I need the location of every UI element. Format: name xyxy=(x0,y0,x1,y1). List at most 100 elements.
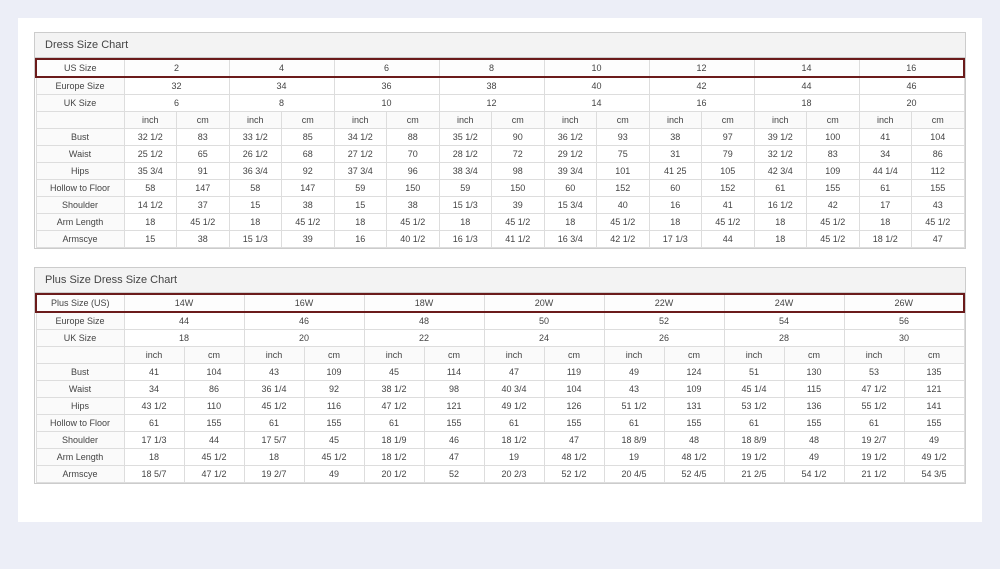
row-label: Bust xyxy=(36,129,124,146)
cell: cm xyxy=(597,112,650,129)
cell: 104 xyxy=(184,364,244,381)
cell: 47 1/2 xyxy=(364,398,424,415)
row-label: Bust xyxy=(36,364,124,381)
cell: 70 xyxy=(387,146,440,163)
cell: 21 2/5 xyxy=(724,466,784,483)
cell: 48 1/2 xyxy=(544,449,604,466)
cell: 155 xyxy=(784,415,844,432)
cell: 119 xyxy=(544,364,604,381)
table-row: Arm Length1845 1/21845 1/218 1/2471948 1… xyxy=(36,449,964,466)
cell: 17 1/3 xyxy=(649,231,702,248)
cell: 45 1/2 xyxy=(184,449,244,466)
cell: 46 xyxy=(859,77,964,95)
cell: 105 xyxy=(702,163,755,180)
cell: 30 xyxy=(844,330,964,347)
cell: cm xyxy=(184,347,244,364)
table-row: Hips43 1/211045 1/211647 1/212149 1/2126… xyxy=(36,398,964,415)
cell: 155 xyxy=(544,415,604,432)
cell: 16 1/2 xyxy=(754,197,807,214)
cell: 39 xyxy=(492,197,545,214)
cell: 14 xyxy=(754,59,859,77)
cell: 22 xyxy=(364,330,484,347)
cell: 91 xyxy=(177,163,230,180)
cell: 46 xyxy=(424,432,484,449)
size-chart-0: Dress Size ChartUS Size246810121416Europ… xyxy=(34,32,966,249)
cell: 79 xyxy=(702,146,755,163)
cell: 104 xyxy=(912,129,965,146)
cell: 68 xyxy=(282,146,335,163)
cell: cm xyxy=(424,347,484,364)
cell: 56 xyxy=(844,312,964,330)
cell: 8 xyxy=(439,59,544,77)
cell: 51 1/2 xyxy=(604,398,664,415)
cell: 116 xyxy=(304,398,364,415)
cell: 86 xyxy=(184,381,244,398)
cell: 14W xyxy=(124,294,244,312)
cell: 47 1/2 xyxy=(184,466,244,483)
cell: 98 xyxy=(424,381,484,398)
cell: inch xyxy=(604,347,664,364)
table-row: Bust41104431094511447119491245113053135 xyxy=(36,364,964,381)
cell: 45 1/2 xyxy=(912,214,965,231)
cell: cm xyxy=(177,112,230,129)
size-chart-sheet: Dress Size ChartUS Size246810121416Europ… xyxy=(18,18,982,522)
cell: 61 xyxy=(724,415,784,432)
cell: 61 xyxy=(754,180,807,197)
cell: 35 1/2 xyxy=(439,129,492,146)
cell: cm xyxy=(664,347,724,364)
cell: 61 xyxy=(844,415,904,432)
table-row: Bust32 1/28333 1/28534 1/28835 1/29036 1… xyxy=(36,129,964,146)
cell: 18 xyxy=(229,214,282,231)
cell: 42 xyxy=(807,197,860,214)
cell: 45 1/2 xyxy=(387,214,440,231)
cell: 85 xyxy=(282,129,335,146)
cell: 6 xyxy=(334,59,439,77)
cell: inch xyxy=(124,347,184,364)
cell: 41 25 xyxy=(649,163,702,180)
row-label: Shoulder xyxy=(36,432,124,449)
cell: 47 xyxy=(912,231,965,248)
cell: 27 1/2 xyxy=(334,146,387,163)
cell: 59 xyxy=(334,180,387,197)
cell: 48 xyxy=(364,312,484,330)
cell: 14 xyxy=(544,95,649,112)
cell: 28 xyxy=(724,330,844,347)
cell: inch xyxy=(754,112,807,129)
cell: 155 xyxy=(904,415,964,432)
cell: 22W xyxy=(604,294,724,312)
cell: 42 3/4 xyxy=(754,163,807,180)
cell: 43 xyxy=(244,364,304,381)
cell: 54 3/5 xyxy=(904,466,964,483)
cell: 45 1/2 xyxy=(807,214,860,231)
cell: 47 xyxy=(484,364,544,381)
row-label: UK Size xyxy=(36,95,124,112)
cell: 40 3/4 xyxy=(484,381,544,398)
cell: 124 xyxy=(664,364,724,381)
cell: 18 xyxy=(754,231,807,248)
cell: 41 xyxy=(859,129,912,146)
cell: 21 1/2 xyxy=(844,466,904,483)
cell: 19 2/7 xyxy=(844,432,904,449)
row-label xyxy=(36,347,124,364)
cell: 112 xyxy=(912,163,965,180)
cell: 20 xyxy=(244,330,364,347)
cell: 17 xyxy=(859,197,912,214)
cell: 47 xyxy=(544,432,604,449)
cell: 4 xyxy=(229,59,334,77)
cell: 36 3/4 xyxy=(229,163,282,180)
cell: 86 xyxy=(912,146,965,163)
cell: 45 xyxy=(304,432,364,449)
cell: 32 xyxy=(124,77,229,95)
cell: inch xyxy=(544,112,597,129)
charts-container: Dress Size ChartUS Size246810121416Europ… xyxy=(34,32,966,484)
cell: 34 xyxy=(859,146,912,163)
cell: 18 1/2 xyxy=(859,231,912,248)
cell: 36 1/2 xyxy=(544,129,597,146)
cell: 40 xyxy=(544,77,649,95)
cell: cm xyxy=(492,112,545,129)
row-label: Europe Size xyxy=(36,77,124,95)
cell: 16 3/4 xyxy=(544,231,597,248)
table-row: inchcminchcminchcminchcminchcminchcminch… xyxy=(36,347,964,364)
cell: 24 xyxy=(484,330,604,347)
cell: inch xyxy=(229,112,282,129)
